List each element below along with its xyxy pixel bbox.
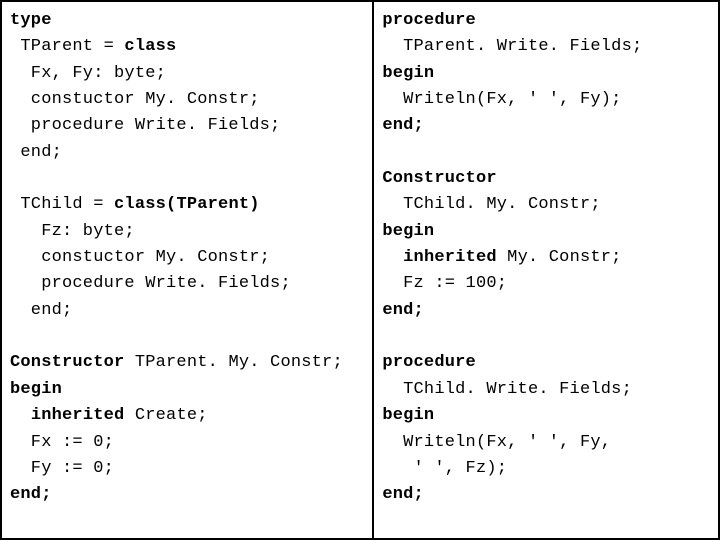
code-line: constuctor My. Constr;: [10, 245, 364, 271]
keyword-begin: begin: [10, 380, 62, 399]
keyword-end: end;: [382, 116, 424, 135]
keyword-end: end;: [10, 485, 52, 504]
code-line: TChild = class(TParent): [10, 192, 364, 218]
code-line: Fz: byte;: [10, 219, 364, 245]
right-column: procedure TParent. Write. Fields; begin …: [374, 2, 718, 538]
code-line: end;: [382, 113, 710, 139]
keyword-inherited: inherited: [403, 248, 497, 267]
code-line: Writeln(Fx, ' ', Fy);: [382, 87, 710, 113]
code-line: end;: [10, 140, 364, 166]
blank-line: [382, 324, 710, 350]
code-line: end;: [382, 482, 710, 508]
code-line: Constructor: [382, 166, 710, 192]
code-line: Writeln(Fx, ' ', Fy,: [382, 430, 710, 456]
code-line: Fy := 0;: [10, 456, 364, 482]
keyword-begin: begin: [382, 222, 434, 241]
code-line: begin: [382, 219, 710, 245]
blank-line: [10, 324, 364, 350]
code-line: ' ', Fz);: [382, 456, 710, 482]
left-column: type TParent = class Fx, Fy: byte; const…: [2, 2, 374, 538]
code-line: begin: [382, 403, 710, 429]
keyword-begin: begin: [382, 406, 434, 425]
code-line: inherited Create;: [10, 403, 364, 429]
code-line: Fx := 0;: [10, 430, 364, 456]
keyword-constructor: Constructor: [10, 353, 124, 372]
blank-line: [10, 166, 364, 192]
keyword-class: class: [124, 37, 176, 56]
keyword-type: type: [10, 11, 52, 30]
code-line: Fx, Fy: byte;: [10, 61, 364, 87]
code-line: end;: [10, 298, 364, 324]
code-line: end;: [10, 482, 364, 508]
code-slide: type TParent = class Fx, Fy: byte; const…: [0, 0, 720, 540]
blank-line: [382, 140, 710, 166]
code-line: TChild. My. Constr;: [382, 192, 710, 218]
keyword-procedure: procedure: [382, 11, 476, 30]
code-line: TParent. Write. Fields;: [382, 34, 710, 60]
code-line: Fz := 100;: [382, 271, 710, 297]
keyword-inherited: inherited: [31, 406, 125, 425]
keyword-procedure: procedure: [382, 353, 476, 372]
keyword-end: end;: [382, 301, 424, 320]
code-line: procedure: [382, 350, 710, 376]
keyword-class-parent: class(TParent): [114, 195, 260, 214]
code-line: procedure: [382, 8, 710, 34]
keyword-end: end;: [382, 485, 424, 504]
code-line: begin: [10, 377, 364, 403]
code-line: constuctor My. Constr;: [10, 87, 364, 113]
code-line: begin: [382, 61, 710, 87]
code-line: type: [10, 8, 364, 34]
code-line: inherited My. Constr;: [382, 245, 710, 271]
code-line: end;: [382, 298, 710, 324]
keyword-begin: begin: [382, 64, 434, 83]
keyword-constructor: Constructor: [382, 169, 496, 188]
code-line: TChild. Write. Fields;: [382, 377, 710, 403]
code-line: procedure Write. Fields;: [10, 113, 364, 139]
code-line: TParent = class: [10, 34, 364, 60]
code-line: procedure Write. Fields;: [10, 271, 364, 297]
code-line: Constructor TParent. My. Constr;: [10, 350, 364, 376]
